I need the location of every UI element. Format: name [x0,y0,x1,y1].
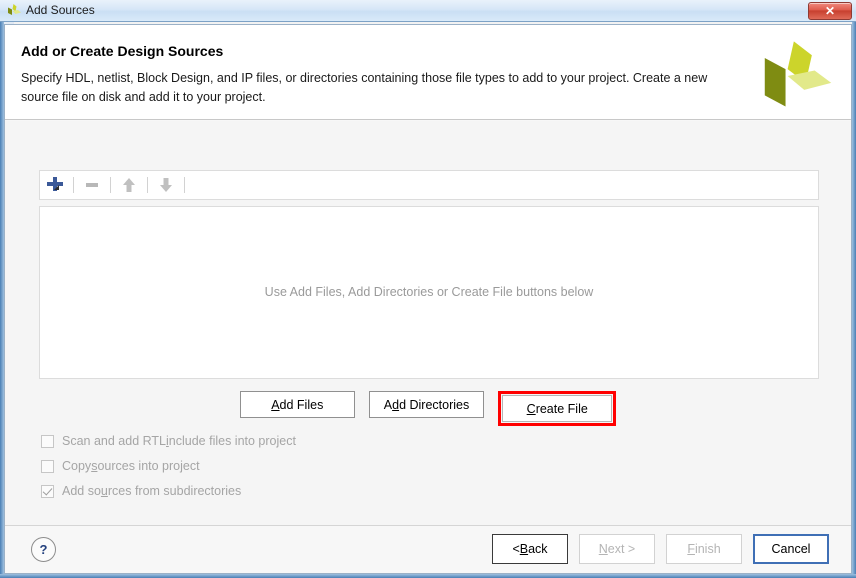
option-copy-sources-pre: Copy [62,459,92,473]
finish-button: Finish [666,534,742,564]
vivado-logo-icon [8,4,21,15]
page-title: Add or Create Design Sources [21,43,224,59]
create-file-mnemonic: C [526,401,536,416]
add-directories-label-post: d Directories [399,397,470,412]
create-file-label-post: reate File [535,401,588,416]
help-icon[interactable]: ? [31,537,56,562]
toolbar-separator [73,177,74,193]
create-file-button[interactable]: Create File [502,395,613,422]
dialog-title: Add Sources [26,3,95,17]
option-add-subdirectories-post: rces from subdirectories [107,484,242,498]
next-label-post: ext > [607,542,636,556]
back-label-post: ack [528,542,548,556]
page-description: Specify HDL, netlist, Block Design, and … [21,71,708,104]
toolbar-separator [110,177,111,193]
add-files-label-post: dd Files [279,397,324,412]
add-sources-dialog: Add Sources ✕ Add or Create Design Sourc… [0,0,856,578]
option-copy-sources-post: ources into project [97,459,200,473]
back-button[interactable]: < Back [492,534,568,564]
add-files-mnemonic: A [271,397,280,412]
add-directories-label-pre: A [383,397,393,412]
checkbox-add-subdirectories[interactable] [41,484,54,498]
add-directories-mnemonic: d [392,397,400,412]
option-scan-rtl-include-pre: Scan and add RTL [62,434,167,448]
toolbar-separator [184,177,185,193]
remove-sources-button[interactable] [77,171,107,199]
sources-empty-message: Use Add Files, Add Directories or Create… [264,285,594,299]
cancel-label: Cancel [771,542,811,556]
finish-label-post: inish [694,542,721,556]
close-icon[interactable]: ✕ [808,2,852,20]
option-add-subdirectories[interactable]: Add so u rces from subdirectories [41,484,296,498]
plus-icon [47,177,63,191]
back-mnemonic: B [519,542,529,556]
option-copy-sources[interactable]: Copy s ources into project [41,459,296,473]
dialog-header: Add or Create Design Sources Specify HDL… [5,25,851,120]
sources-toolbar [39,170,819,200]
arrow-up-icon [123,178,135,192]
dialog-footer: ? < Back Next > Finish Cancel [5,525,851,573]
move-up-button[interactable] [114,171,144,199]
file-action-buttons: Add Files Add Directories Create File [5,391,851,426]
add-sources-button[interactable] [40,171,70,199]
source-options-group: Scan and add RTL i nclude files into proj… [41,434,296,498]
checkbox-copy-sources[interactable] [41,459,54,473]
option-scan-rtl-include-post: nclude files into project [168,434,296,448]
add-directories-button[interactable]: Add Directories [368,391,485,418]
xilinx-logo-icon [764,41,832,107]
wizard-navigation-buttons: < Back Next > Finish Cancel [492,534,829,564]
option-add-subdirectories-pre: Add so [62,484,101,498]
option-scan-rtl-include[interactable]: Scan and add RTL i nclude files into proj… [41,434,296,448]
dialog-titlebar[interactable]: Add Sources ✕ [0,0,856,22]
add-files-button[interactable]: Add Files [239,391,355,418]
minus-icon [86,183,98,187]
next-mnemonic: N [598,542,608,556]
option-add-subdirectories-mnemonic: u [100,484,108,498]
arrow-down-icon [160,178,172,192]
dialog-body: Use Add Files, Add Directories or Create… [5,121,851,525]
cancel-button[interactable]: Cancel [753,534,829,564]
toolbar-separator [147,177,148,193]
finish-mnemonic: F [687,542,695,556]
back-label-pre: < [512,542,520,556]
next-button: Next > [579,534,655,564]
checkbox-scan-rtl-include[interactable] [41,434,54,448]
dialog-frame: Add or Create Design Sources Specify HDL… [4,24,852,574]
create-file-highlight-box: Create File [498,391,617,426]
move-down-button[interactable] [151,171,181,199]
sources-list[interactable]: Use Add Files, Add Directories or Create… [39,206,819,379]
